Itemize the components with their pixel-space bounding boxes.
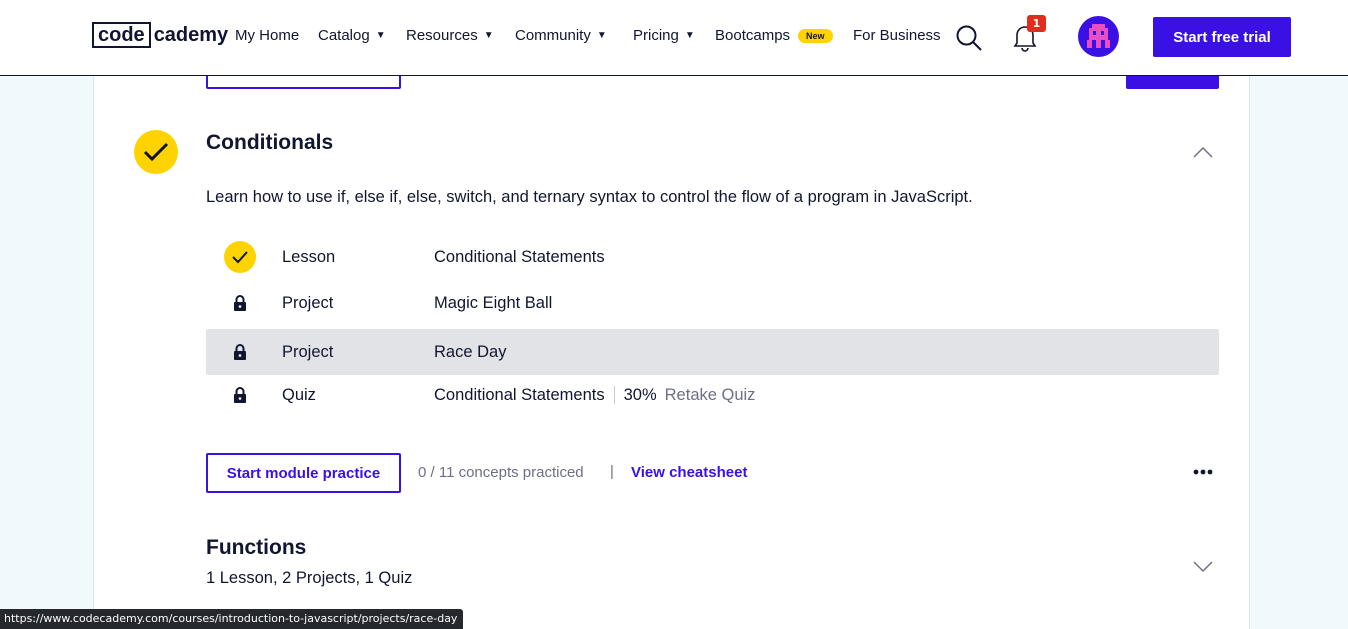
quiz-title-group: Conditional Statements 30% Retake Quiz	[434, 386, 755, 405]
nav-for-business[interactable]: For Business	[853, 27, 941, 44]
top-navigation: code cademy My Home Catalog ▼ Resources ▼ C…	[0, 0, 1348, 76]
item-type: Lesson	[282, 247, 336, 266]
syllabus-card: Conditionals Learn how to use if, else i…	[93, 0, 1250, 629]
module-item-row[interactable]: Quiz Conditional Statements 30% Retake Qui…	[206, 372, 1219, 418]
item-title[interactable]: Conditional Statements	[434, 248, 605, 267]
module-description: Learn how to use if, else if, else, swit…	[206, 188, 973, 206]
new-badge: New	[798, 28, 833, 43]
search-icon[interactable]	[955, 24, 983, 52]
item-type: Project	[282, 342, 334, 361]
item-title[interactable]: Magic Eight Ball	[434, 294, 552, 313]
nav-catalog[interactable]: Catalog ▼	[318, 27, 386, 44]
status-bar-url: https://www.codecademy.com/courses/intro…	[0, 609, 464, 629]
chevron-up-icon[interactable]	[1192, 144, 1214, 160]
nav-label: My Home	[235, 27, 300, 44]
quiz-score: 30%	[623, 385, 657, 404]
nav-bootcamps[interactable]: Bootcamps New	[715, 27, 833, 44]
start-module-practice-button[interactable]: Start module practice	[206, 453, 401, 493]
lock-icon	[224, 336, 256, 368]
item-title[interactable]: Conditional Statements	[434, 386, 605, 404]
nav-my-home[interactable]: My Home	[235, 27, 299, 44]
view-cheatsheet-link[interactable]: View cheatsheet	[631, 464, 747, 481]
module-item-row-hovered[interactable]: Project Race Day	[206, 329, 1219, 375]
caret-down-icon: ▼	[596, 30, 607, 41]
nav-label: Catalog	[318, 27, 370, 44]
logo-text: cademy	[153, 23, 229, 46]
nav-resources[interactable]: Resources ▼	[406, 27, 494, 44]
start-free-trial-button[interactable]: Start free trial	[1153, 17, 1291, 57]
module-complete-check-icon	[134, 130, 178, 174]
more-options-icon[interactable]	[1192, 466, 1214, 478]
lock-icon	[224, 287, 256, 319]
notification-count-badge: 1	[1027, 15, 1046, 32]
nav-label: Bootcamps	[715, 27, 791, 44]
next-module-summary: 1 Lesson, 2 Projects, 1 Quiz	[206, 569, 413, 587]
caret-down-icon: ▼	[684, 30, 695, 41]
concepts-practiced-count: 0 / 11 concepts practiced	[418, 464, 584, 481]
nav-label: Pricing	[633, 27, 679, 44]
module-title: Conditionals	[206, 131, 334, 154]
nav-label: Resources	[406, 27, 478, 44]
avatar[interactable]	[1078, 16, 1119, 57]
nav-community[interactable]: Community ▼	[515, 27, 607, 44]
caret-down-icon: ▼	[483, 30, 494, 41]
divider	[613, 386, 615, 405]
module-item-row[interactable]: Lesson Conditional Statements	[206, 234, 1219, 280]
item-type: Quiz	[282, 385, 316, 404]
logo-boxed-text: code	[92, 22, 151, 48]
caret-down-icon: ▼	[375, 30, 386, 41]
retake-quiz-link[interactable]: Retake Quiz	[665, 386, 756, 404]
item-type: Project	[282, 293, 334, 312]
codecademy-logo[interactable]: code cademy	[92, 22, 228, 48]
chevron-down-icon[interactable]	[1192, 558, 1214, 574]
divider: |	[610, 463, 614, 480]
nav-pricing[interactable]: Pricing ▼	[633, 27, 695, 44]
lock-icon	[224, 379, 256, 411]
completed-check-icon	[224, 241, 256, 273]
module-item-row[interactable]: Project Magic Eight Ball	[206, 280, 1219, 326]
next-module-title: Functions	[206, 536, 307, 559]
item-title[interactable]: Race Day	[434, 343, 506, 362]
nav-label: For Business	[853, 27, 941, 44]
nav-label: Community	[515, 27, 591, 44]
